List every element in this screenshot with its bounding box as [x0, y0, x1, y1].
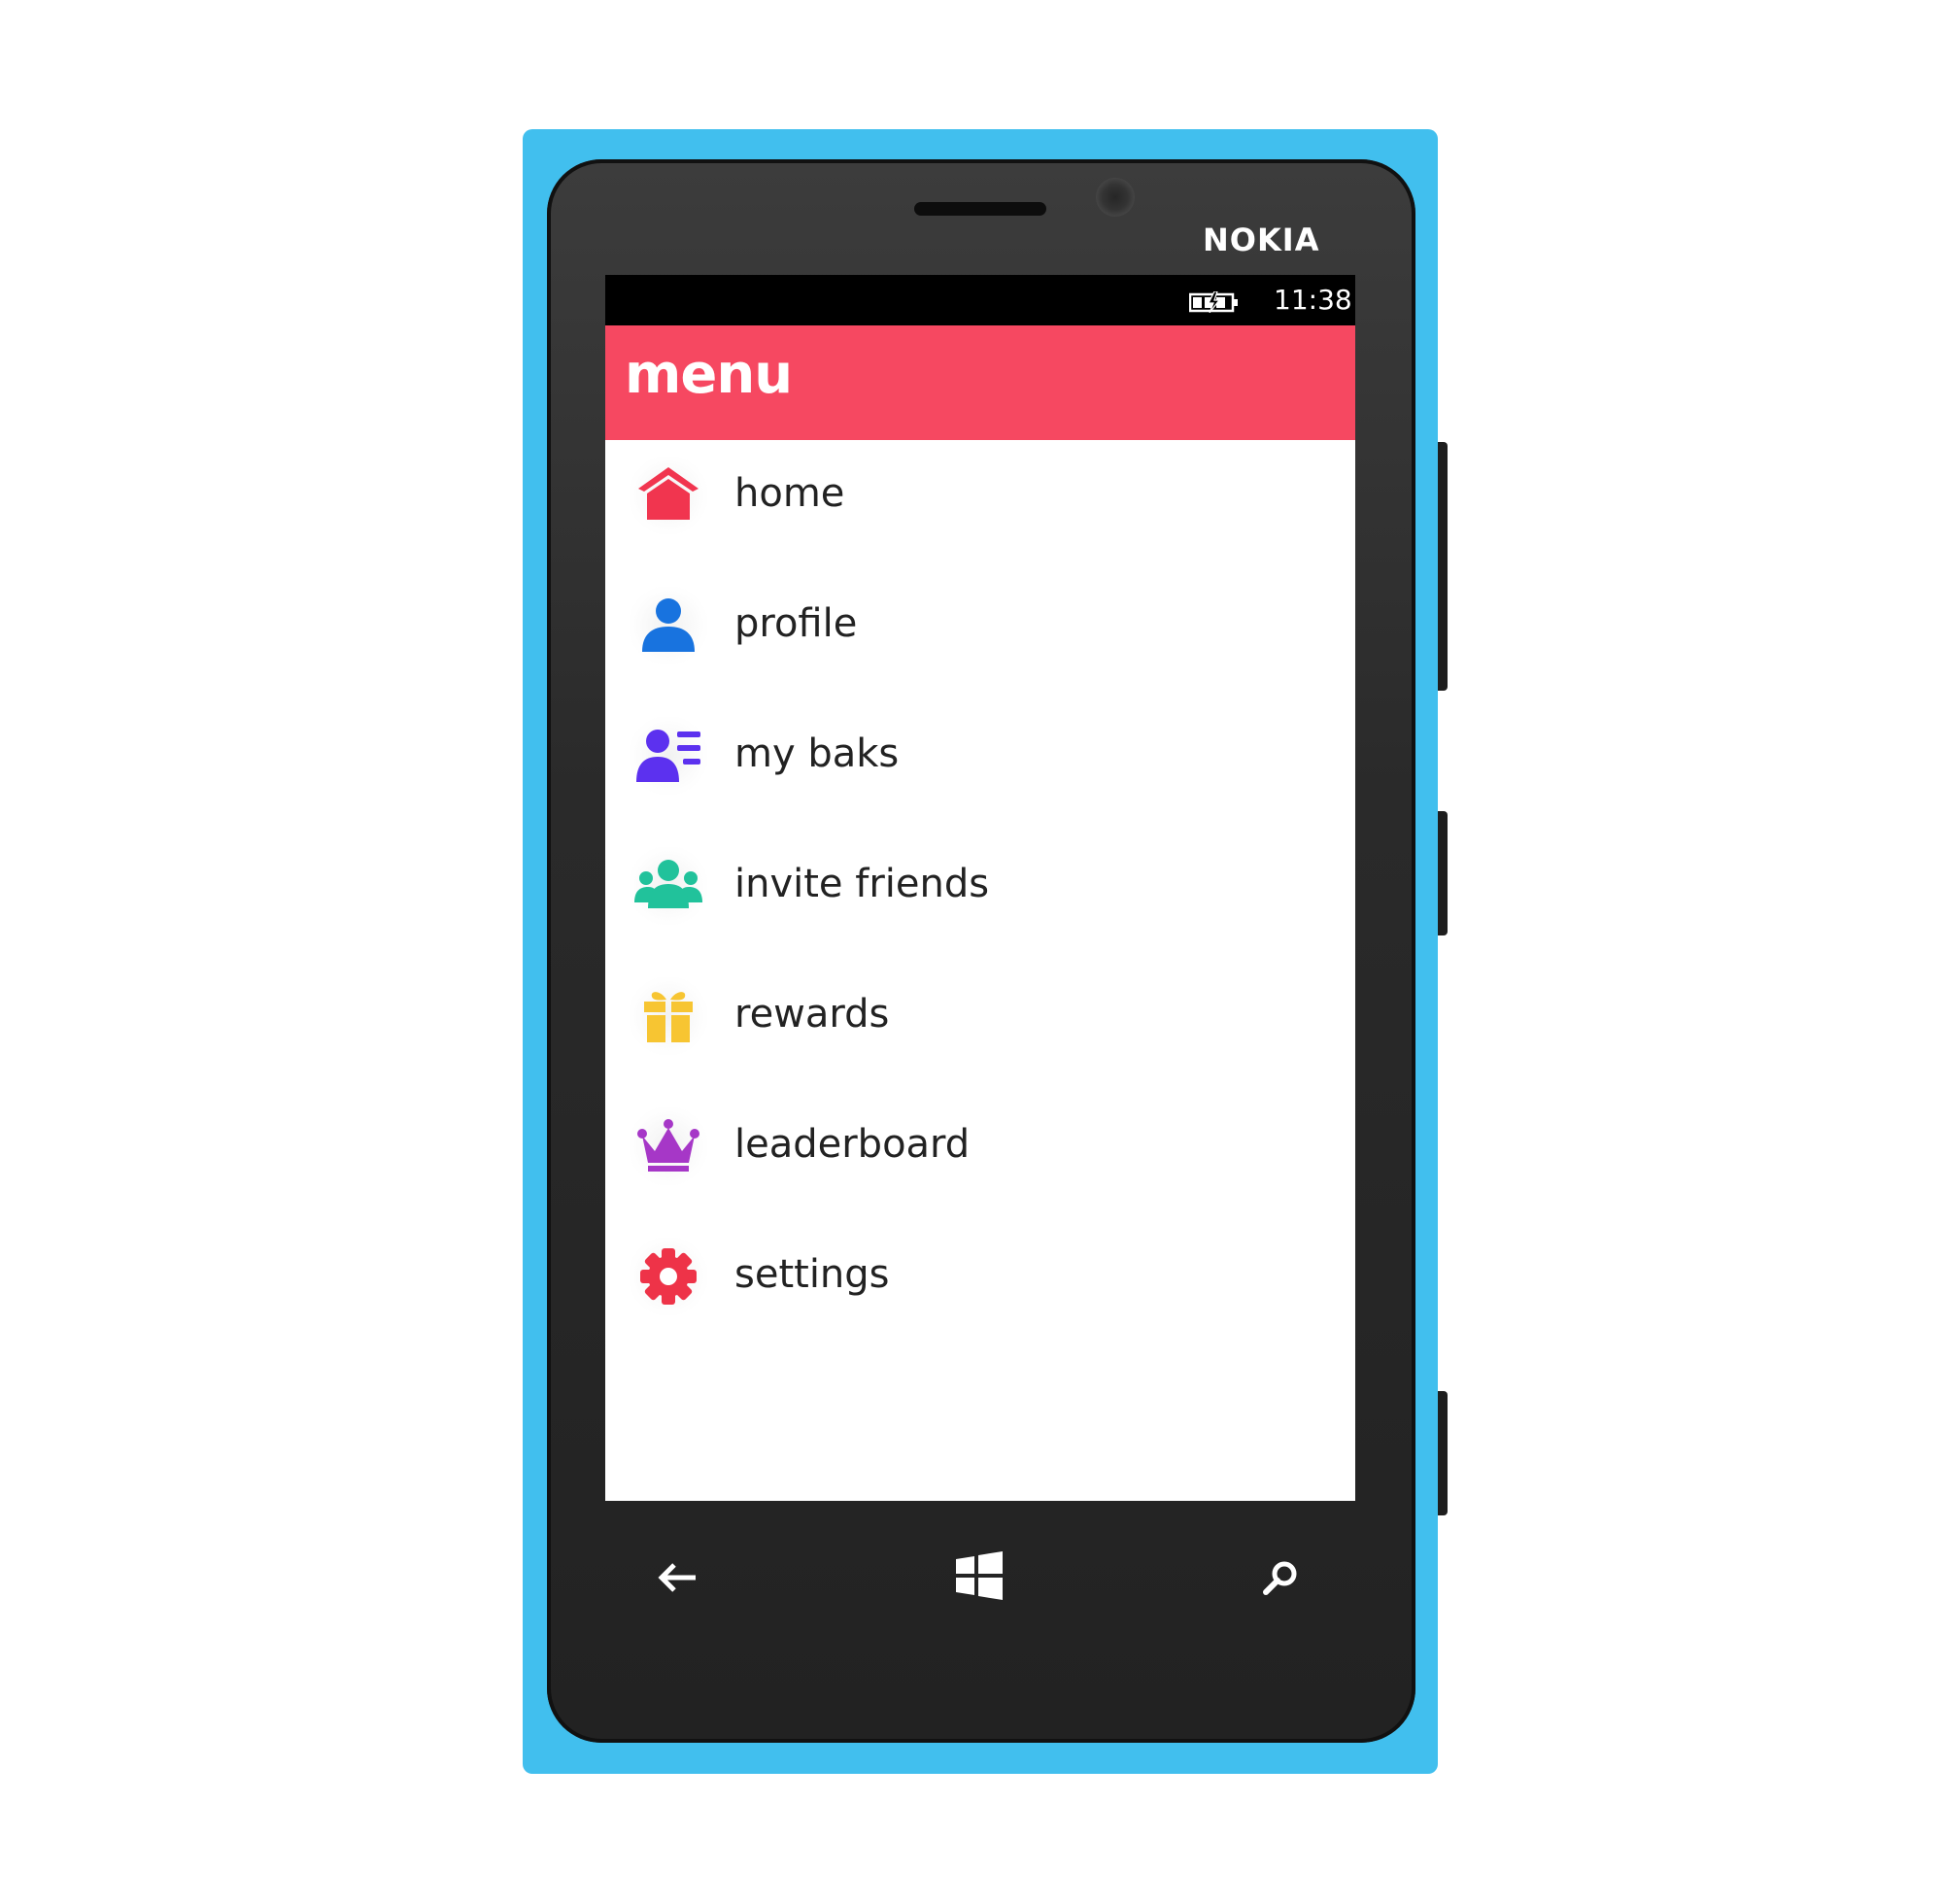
windows-logo-icon — [956, 1551, 1003, 1600]
front-camera — [1096, 178, 1135, 217]
gift-icon — [630, 977, 707, 1055]
menu-item-label: rewards — [734, 992, 890, 1037]
brand-logo: NOKIA — [1203, 221, 1320, 258]
menu-item-rewards[interactable]: rewards — [605, 961, 1355, 1091]
menu-item-settings[interactable]: settings — [605, 1221, 1355, 1351]
page-title: menu — [625, 343, 793, 406]
gear-icon — [630, 1238, 707, 1315]
user-list-icon — [630, 717, 707, 795]
back-button[interactable] — [644, 1544, 712, 1612]
app-header: menu — [605, 325, 1355, 440]
home-icon — [630, 457, 707, 534]
menu-item-label: invite friends — [734, 862, 990, 906]
menu-item-label: my baks — [734, 731, 900, 776]
status-time: 11:38 — [1274, 284, 1352, 316]
back-arrow-icon — [658, 1563, 696, 1592]
menu-item-label: leaderboard — [734, 1122, 971, 1167]
menu-item-label: home — [734, 471, 845, 516]
menu-item-label: profile — [734, 601, 858, 646]
search-icon — [1263, 1561, 1297, 1595]
menu-item-home[interactable]: home — [605, 440, 1355, 570]
menu-list: home profile my baks invite friends rewa… — [605, 440, 1355, 1351]
status-bar: 11:38 — [605, 275, 1355, 325]
earpiece — [914, 202, 1046, 216]
menu-item-leaderboard[interactable]: leaderboard — [605, 1091, 1355, 1221]
search-button[interactable] — [1246, 1544, 1314, 1612]
menu-item-label: settings — [734, 1252, 890, 1297]
menu-item-my-baks[interactable]: my baks — [605, 700, 1355, 831]
screen: 11:38 menu home profile my baks invite f… — [605, 275, 1355, 1501]
start-button[interactable] — [945, 1542, 1013, 1610]
menu-item-invite-friends[interactable]: invite friends — [605, 831, 1355, 961]
group-icon — [630, 847, 707, 925]
menu-item-profile[interactable]: profile — [605, 570, 1355, 700]
battery-charging-icon — [1189, 291, 1238, 313]
user-icon — [630, 587, 707, 664]
crown-icon — [630, 1107, 707, 1185]
camera-button[interactable] — [1438, 1391, 1448, 1515]
volume-button[interactable] — [1438, 442, 1448, 691]
stage: NOKIA 11:38 menu home profile my baks in… — [0, 0, 1943, 1904]
power-button[interactable] — [1438, 811, 1448, 935]
